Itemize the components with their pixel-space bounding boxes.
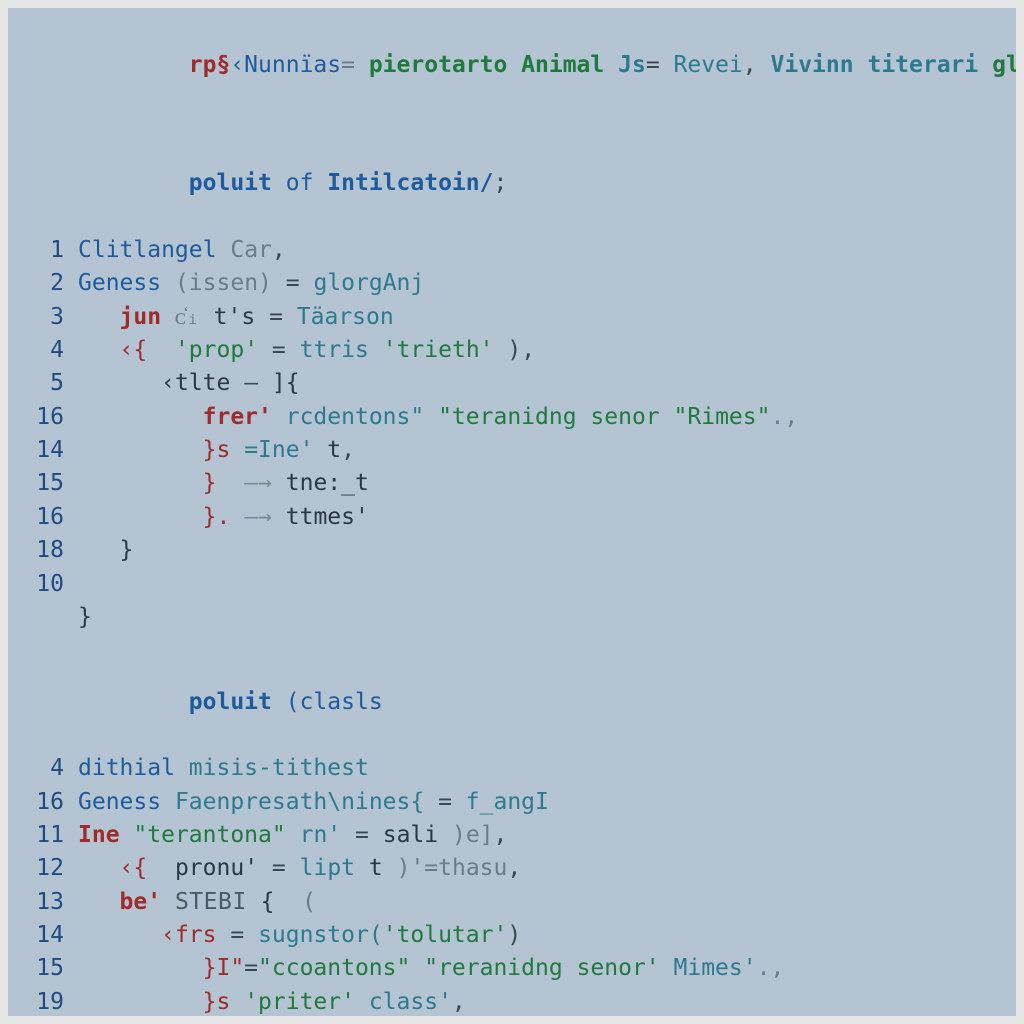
line-number: 15 [16, 467, 78, 500]
line-number: 16 [16, 786, 78, 819]
code-line: 4 dithial misis-tithest [16, 752, 1002, 785]
block2-title: . poluit (clasls [16, 652, 1002, 752]
code-line: 1 Clitlangel Car, [16, 234, 1002, 267]
line-number: 12 [16, 852, 78, 885]
line-number: 5 [16, 367, 78, 400]
code-editor[interactable]: . rp§‹Nunnïas= pierotarto Animal Js= Rev… [8, 8, 1016, 1016]
line-number: 4 [16, 334, 78, 367]
line-number: 4 [16, 752, 78, 785]
code-line: 2 Geness (issen) = glorgAnj [16, 267, 1002, 300]
line-number: 19 [16, 986, 78, 1016]
code-line: 13 be' STEBI { ( [16, 886, 1002, 919]
code-line: 15 } –→ tne:_t [16, 467, 1002, 500]
line-number: 15 [16, 952, 78, 985]
code-line: 16 frer' rcdentons" "teranidng senor "Ri… [16, 401, 1002, 434]
code-line: 12 ‹{ pronu' = lipt t )'=thasu, [16, 852, 1002, 885]
block1-close: . } [16, 601, 1002, 634]
code-line: 16 }. —→ ttmes' [16, 501, 1002, 534]
line-number: 16 [16, 501, 78, 534]
code-line: 4 ‹{ 'prop' = ttris 'trieth' ), [16, 334, 1002, 367]
editor-header-line: . rp§‹Nunnïas= pierotarto Animal Js= Rev… [16, 16, 1002, 116]
line-number: 16 [16, 401, 78, 434]
line-number: 13 [16, 886, 78, 919]
line-number: 14 [16, 919, 78, 952]
block1-title: . poluit of Intilcatoin/; [16, 134, 1002, 234]
line-number: 18 [16, 534, 78, 567]
line-number: 2 [16, 267, 78, 300]
code-line: 16 Geness Faenpresath\nines{ = f_angI [16, 786, 1002, 819]
code-line: 15 }I"="ccoantons" "reranidng senor' Mim… [16, 952, 1002, 985]
line-number: 14 [16, 434, 78, 467]
code-line: 11 Ine "terantona" rn' = sali )e], [16, 819, 1002, 852]
code-line: 14 ‹frs = sugnstor('tolutar') [16, 919, 1002, 952]
code-line: 18 } [16, 534, 1002, 567]
line-number: 10 [16, 568, 78, 601]
code-line: 5 ‹tlte – ]{ [16, 367, 1002, 400]
code-line: 3 jun ᴄ̒ᵢ t's = Täarson [16, 301, 1002, 334]
line-number: 1 [16, 234, 78, 267]
code-line: 10 [16, 568, 1002, 601]
code-line: 14 }s =Ine' t, [16, 434, 1002, 467]
code-line: 19 }s 'priter' class', [16, 986, 1002, 1016]
line-number: 3 [16, 301, 78, 334]
code-text: rp§‹Nunnïas= pierotarto Animal Js= Revei… [78, 16, 1016, 116]
line-number: 11 [16, 819, 78, 852]
